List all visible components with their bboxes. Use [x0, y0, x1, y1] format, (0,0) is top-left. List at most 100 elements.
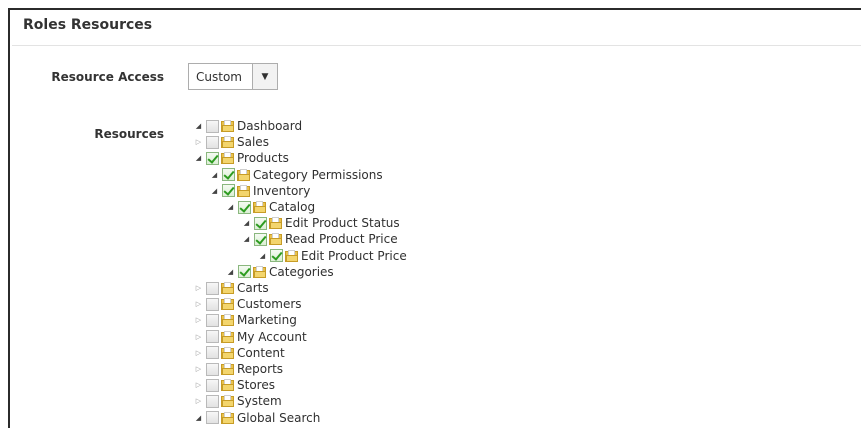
checkbox[interactable]: [254, 232, 267, 246]
collapsed-triangle-icon[interactable]: ▷: [193, 312, 204, 328]
tree-node[interactable]: ◢ Edit Product Status: [241, 215, 400, 231]
folder-icon: [221, 395, 234, 408]
tree-node-label[interactable]: Edit Product Price: [301, 249, 407, 263]
tree-node[interactable]: ▷ Stores: [193, 377, 275, 393]
checkbox[interactable]: [206, 330, 219, 344]
checkbox[interactable]: [206, 411, 219, 425]
expanded-triangle-icon[interactable]: ◢: [257, 248, 268, 264]
collapsed-triangle-icon[interactable]: ▷: [193, 134, 204, 150]
tree-node-label[interactable]: Reports: [237, 362, 283, 376]
checkbox[interactable]: [206, 362, 219, 376]
tree-node[interactable]: ◢ Products: [193, 150, 289, 166]
tree-node[interactable]: ◢ Edit Product Price: [257, 248, 407, 264]
checkbox[interactable]: [270, 249, 283, 263]
resource-access-value: Custom: [196, 69, 242, 84]
chevron-down-icon[interactable]: ▼: [252, 64, 277, 89]
checkbox[interactable]: [206, 394, 219, 408]
checkbox[interactable]: [206, 151, 219, 165]
expanded-triangle-icon[interactable]: ◢: [225, 264, 236, 280]
folder-icon: [221, 120, 234, 132]
tree-node[interactable]: ▷ Marketing: [193, 312, 297, 328]
tree-node-label[interactable]: Products: [237, 151, 289, 165]
tree-node-label[interactable]: Category Permissions: [253, 168, 383, 182]
tree-node[interactable]: ▷ Customers: [193, 296, 302, 312]
folder-icon: [221, 136, 234, 149]
checkbox[interactable]: [222, 168, 235, 182]
folder-icon: [221, 152, 234, 165]
checkbox[interactable]: [206, 135, 219, 149]
checkbox[interactable]: [254, 216, 267, 230]
tree-node-label[interactable]: My Account: [237, 330, 307, 344]
folder-icon: [221, 363, 234, 375]
tree-node[interactable]: ▷ Carts: [193, 280, 269, 296]
folder-icon: [221, 346, 234, 359]
tree-node[interactable]: ▷ Reports: [193, 361, 283, 377]
tree-node-label[interactable]: Customers: [237, 297, 302, 311]
tree-node[interactable]: ◢ Dashboard: [193, 118, 302, 134]
expanded-triangle-icon[interactable]: ◢: [193, 410, 204, 426]
tree-node[interactable]: ▷ Content: [193, 345, 285, 361]
expanded-triangle-icon[interactable]: ◢: [209, 167, 220, 183]
expanded-triangle-icon[interactable]: ◢: [193, 150, 204, 166]
tree-node-label[interactable]: Categories: [269, 265, 334, 279]
tree-node-label[interactable]: Sales: [237, 135, 269, 149]
tree-node[interactable]: ◢ Catalog: [225, 199, 315, 215]
folder-icon: [269, 233, 282, 246]
expanded-triangle-icon[interactable]: ◢: [241, 231, 252, 247]
checkbox[interactable]: [238, 265, 251, 279]
tree-node-label[interactable]: System: [237, 394, 282, 408]
tree-node[interactable]: ▷ Sales: [193, 134, 269, 150]
tree-node-label[interactable]: Inventory: [253, 184, 310, 198]
collapsed-triangle-icon[interactable]: ▷: [193, 329, 204, 345]
folder-icon: [269, 217, 282, 230]
tree-node[interactable]: ◢ Global Search: [193, 410, 321, 426]
folder-icon: [237, 184, 250, 197]
checkbox[interactable]: [206, 346, 219, 360]
collapsed-triangle-icon[interactable]: ▷: [193, 345, 204, 361]
tree-node-label[interactable]: Catalog: [269, 200, 315, 214]
folder-icon: [221, 379, 234, 392]
tree-node-label[interactable]: Stores: [237, 378, 275, 392]
tree-node-label[interactable]: Content: [237, 346, 285, 360]
folder-icon: [221, 298, 234, 311]
folder-icon: [221, 330, 234, 343]
checkbox[interactable]: [206, 378, 219, 392]
tree-node-label[interactable]: Edit Product Status: [285, 216, 400, 230]
checkbox[interactable]: [222, 184, 235, 198]
checkbox[interactable]: [206, 297, 219, 311]
tree-node[interactable]: ◢ Categories: [225, 264, 334, 280]
collapsed-triangle-icon[interactable]: ▷: [193, 361, 204, 377]
tree-node[interactable]: ◢ Inventory: [209, 183, 311, 199]
collapsed-triangle-icon[interactable]: ▷: [193, 296, 204, 312]
tree-node-label[interactable]: Read Product Price: [285, 232, 398, 246]
expanded-triangle-icon[interactable]: ◢: [209, 183, 220, 199]
folder-icon: [221, 282, 234, 294]
tree-node-label[interactable]: Marketing: [237, 313, 297, 327]
folder-icon: [221, 411, 234, 424]
resource-access-label: Resource Access: [51, 70, 164, 84]
resources-label: Resources: [94, 127, 164, 141]
checkbox[interactable]: [206, 313, 219, 327]
collapsed-triangle-icon[interactable]: ▷: [193, 377, 204, 393]
folder-icon: [253, 201, 266, 213]
collapsed-triangle-icon[interactable]: ▷: [193, 280, 204, 296]
collapsed-triangle-icon[interactable]: ▷: [193, 393, 204, 409]
tree-node-label[interactable]: Dashboard: [237, 119, 302, 133]
section-title: Roles Resources: [23, 17, 153, 33]
tree-node-label[interactable]: Carts: [237, 281, 269, 295]
section-divider: [12, 45, 861, 46]
tree-node[interactable]: ◢ Category Permissions: [209, 167, 383, 183]
expanded-triangle-icon[interactable]: ◢: [241, 215, 252, 231]
checkbox[interactable]: [238, 200, 251, 214]
checkbox[interactable]: [206, 281, 219, 295]
expanded-triangle-icon[interactable]: ◢: [193, 118, 204, 134]
tree-node[interactable]: ◢ Read Product Price: [241, 231, 398, 247]
folder-icon: [285, 249, 298, 262]
folder-icon: [221, 314, 234, 327]
checkbox[interactable]: [206, 119, 219, 133]
tree-node[interactable]: ▷ My Account: [193, 329, 307, 345]
expanded-triangle-icon[interactable]: ◢: [225, 199, 236, 215]
tree-node[interactable]: ▷ System: [193, 393, 282, 409]
resource-access-select[interactable]: Custom ▼: [188, 63, 278, 90]
tree-node-label[interactable]: Global Search: [237, 411, 320, 425]
